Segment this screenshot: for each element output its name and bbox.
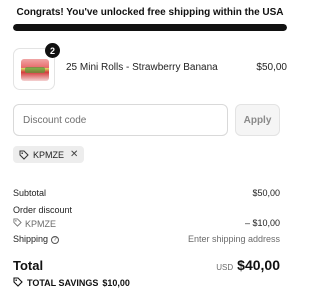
tag-icon [13, 218, 22, 229]
tag-icon [19, 150, 29, 160]
subtotal-label: Subtotal [13, 188, 47, 198]
tag-icon [13, 277, 23, 289]
close-icon[interactable]: ✕ [70, 149, 78, 160]
total-savings: TOTAL SAVINGS $10,00 [13, 277, 130, 289]
total-currency: USD [216, 263, 234, 272]
subtotal-row: Subtotal $50,00 [13, 188, 280, 198]
discount-detail-row: KPMZE – $10,00 [13, 218, 280, 229]
product-image [21, 59, 49, 81]
shipping-progress-bar [13, 24, 287, 31]
product-thumbnail[interactable]: 2 [13, 43, 60, 90]
free-shipping-banner: Congrats! You've unlocked free shipping … [16, 7, 284, 18]
summary-discount-code: KPMZE [25, 218, 57, 229]
shipping-progress-fill [13, 24, 287, 31]
shipping-row: Shipping? Enter shipping address [13, 234, 280, 244]
applied-discount-chip: KPMZE ✕ [13, 146, 85, 163]
applied-discount-code: KPMZE [33, 149, 65, 160]
cart-line-item: 2 25 Mini Rolls - Strawberry Banana $50,… [13, 43, 287, 90]
savings-label: TOTAL SAVINGS [27, 278, 99, 288]
total-label: Total [13, 258, 44, 273]
apply-discount-button[interactable]: Apply [235, 104, 280, 136]
info-icon[interactable]: ? [51, 235, 60, 244]
product-name: 25 Mini Rolls - Strawberry Banana [66, 62, 218, 73]
order-discount-label: Order discount [13, 205, 73, 215]
total-amount: USD $40,00 [216, 257, 280, 273]
discount-value: – $10,00 [244, 218, 280, 228]
total-value: $40,00 [237, 257, 280, 273]
product-price: $50,00 [256, 62, 287, 73]
order-discount-row: Order discount [13, 205, 280, 215]
shipping-label: Shipping [13, 234, 49, 244]
savings-value: $10,00 [102, 278, 130, 288]
discount-code-input[interactable] [13, 104, 228, 136]
quantity-badge: 2 [45, 43, 60, 58]
shipping-value: Enter shipping address [187, 234, 280, 244]
subtotal-value: $50,00 [252, 188, 280, 198]
